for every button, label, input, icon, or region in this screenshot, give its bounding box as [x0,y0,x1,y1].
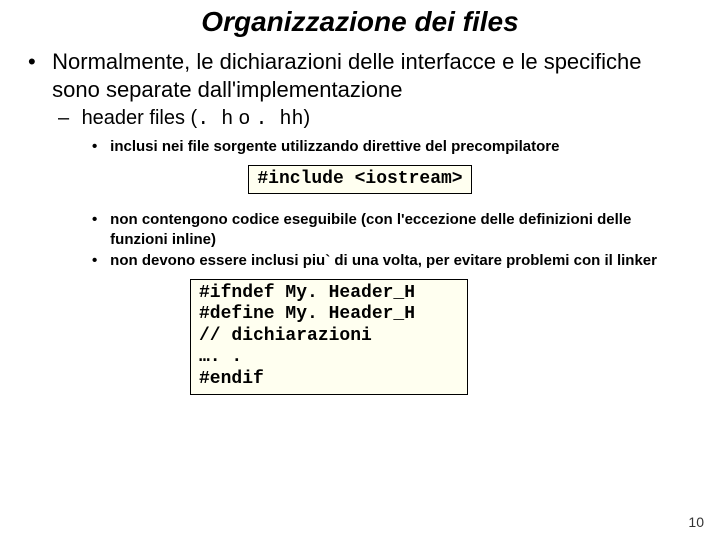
small-bullet-icon: • [92,137,106,157]
code-line: // dichiarazioni [199,326,459,348]
sub-text: header files (. h o . hh) [82,107,311,131]
code-line: …. . [199,347,459,369]
sub-c-text: non devono essere inclusi piu` di una vo… [110,251,670,271]
bullet-text: Normalmente, le dichiarazioni delle inte… [52,48,692,103]
bullet-level2: – header files (. h o . hh) [0,103,720,131]
bullet-level3-a: • inclusi nei file sorgente utilizzando … [0,131,720,157]
code-inline-2: . hh [255,108,303,131]
bullet-level3-c: • non devono essere inclusi piu` di una … [0,249,720,271]
sub-mid: o [233,107,255,129]
bullet-dot-icon: • [28,48,46,76]
small-bullet-icon: • [92,251,106,271]
slide-title: Organizzazione dei files [0,0,720,48]
bullet-level1: • Normalmente, le dichiarazioni delle in… [0,48,720,103]
code-box-guard: #ifndef My. Header_H #define My. Header_… [190,279,468,395]
dash-icon: – [58,107,76,130]
sub-a-text: inclusi nei file sorgente utilizzando di… [110,137,670,157]
code-box-include: #include <iostream> [248,165,471,195]
sub-prefix: header files ( [82,107,198,129]
sub-b-text: non contengono codice eseguibile (con l'… [110,210,670,249]
page-number: 10 [688,514,704,530]
small-bullet-icon: • [92,210,106,230]
code-line: #endif [199,369,459,391]
bullet-level3-b: • non contengono codice eseguibile (con … [0,204,720,249]
code-line: #ifndef My. Header_H [199,283,459,305]
sub-suffix: ) [303,107,310,129]
code-inline-1: . h [197,108,233,131]
code-line: #define My. Header_H [199,304,459,326]
